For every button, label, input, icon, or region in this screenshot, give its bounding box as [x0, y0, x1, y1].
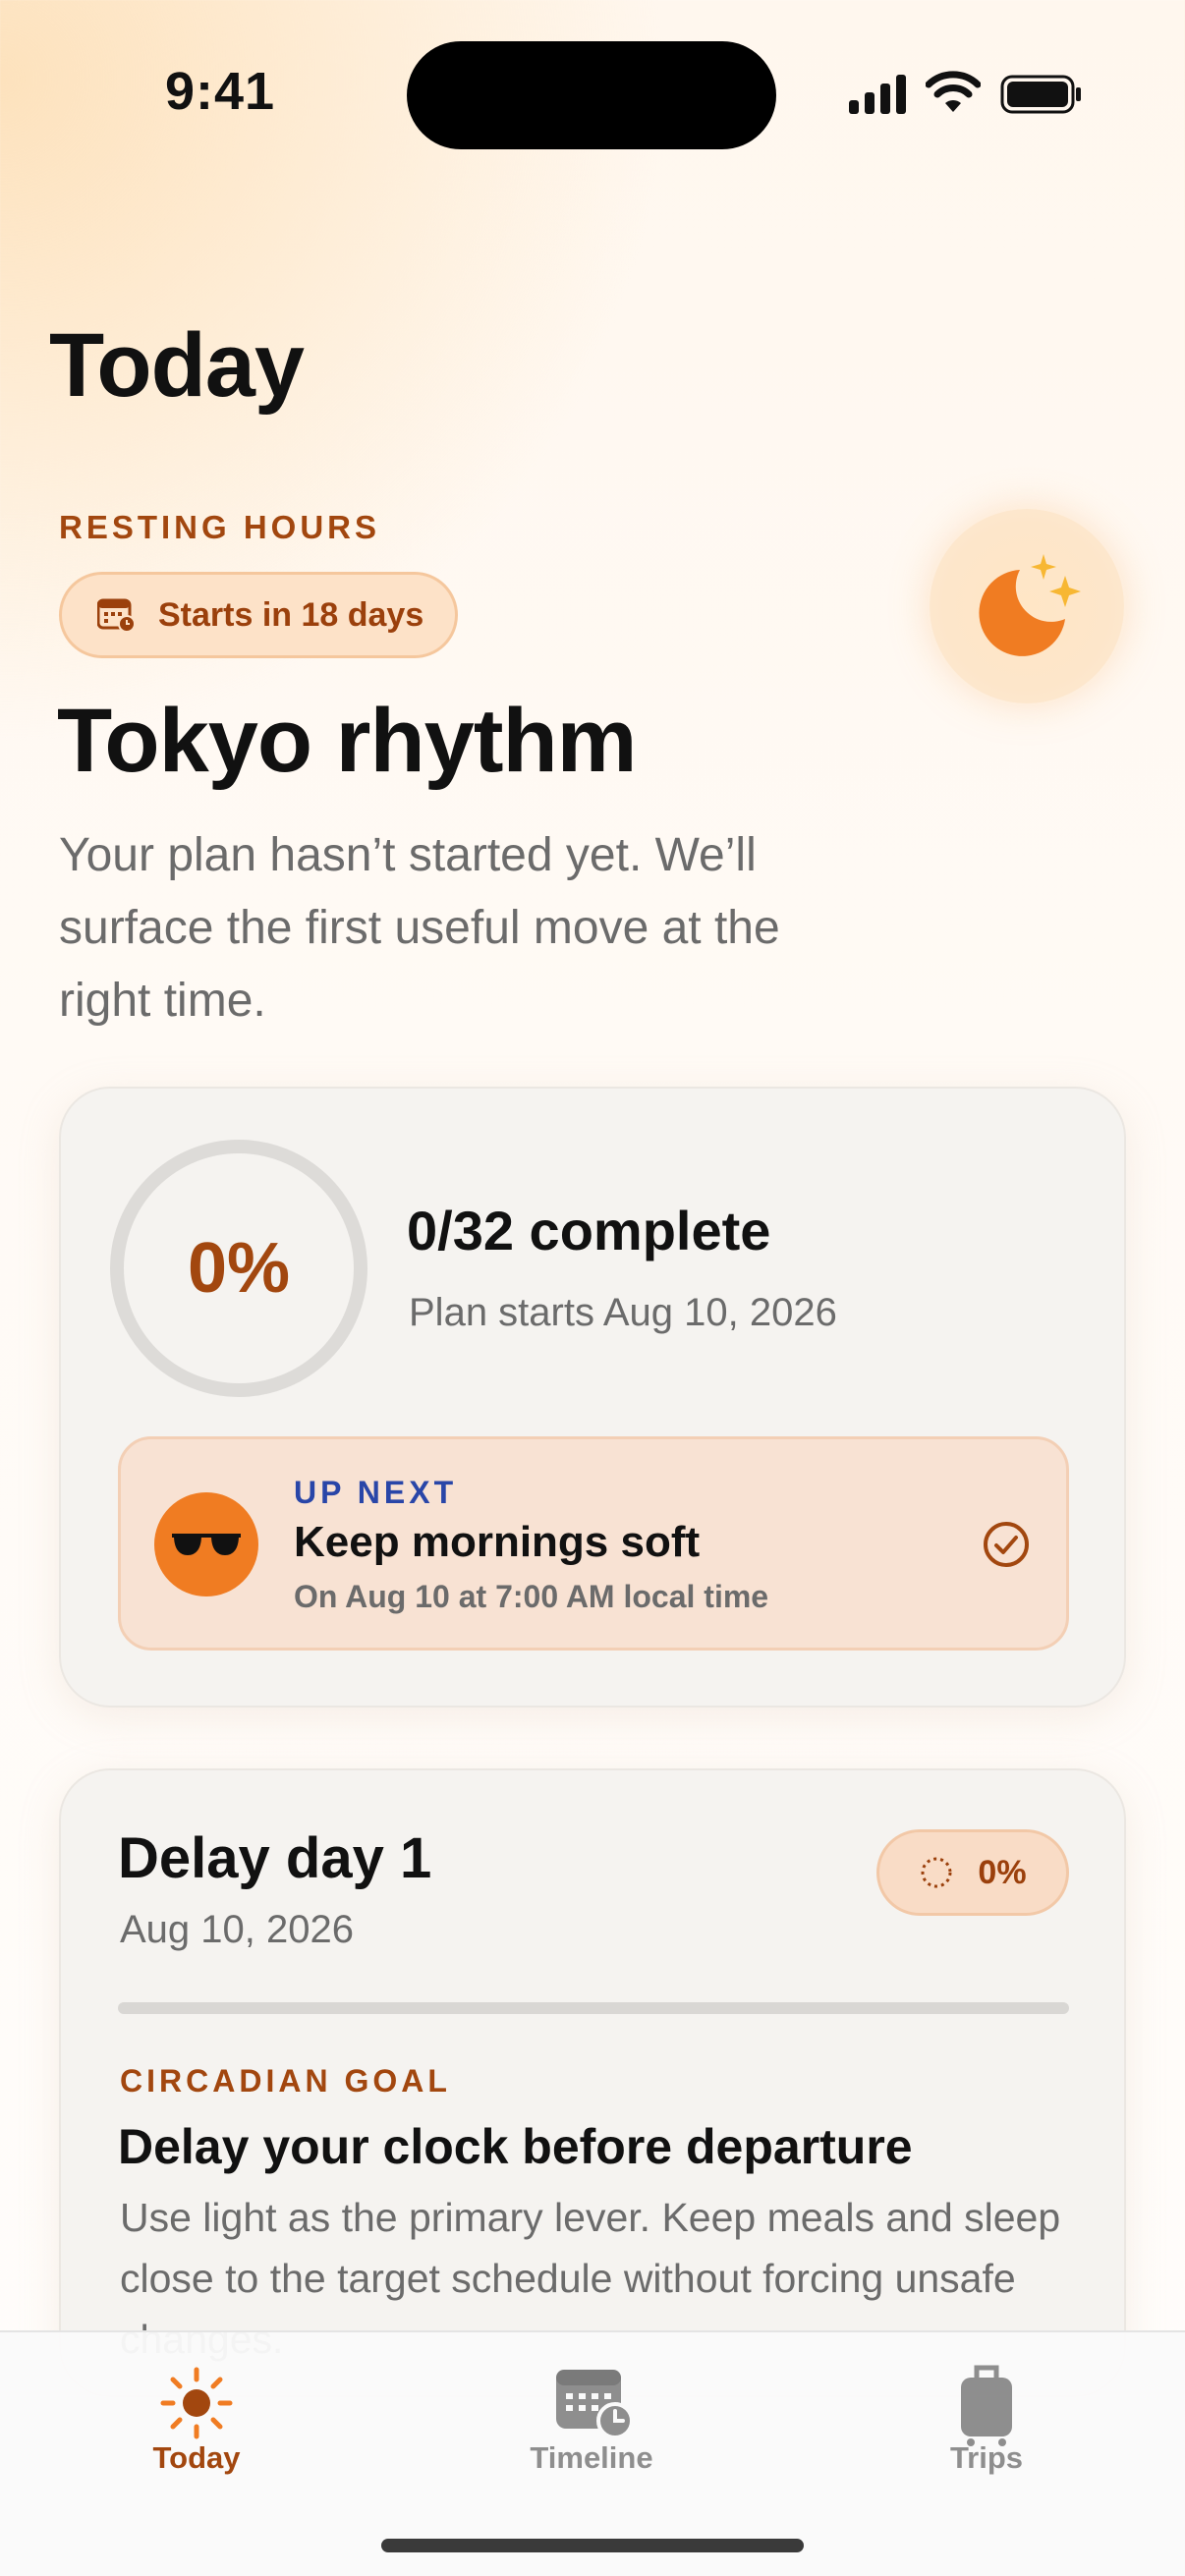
tab-timeline[interactable]: Timeline	[474, 2332, 709, 2490]
up-next-title: Keep mornings soft	[294, 1518, 701, 1566]
status-time: 9:41	[165, 62, 276, 121]
sunglasses-icon	[172, 1534, 241, 1555]
tab-trips-label: Trips	[949, 2440, 1024, 2475]
hero-eyebrow: RESTING HOURS	[59, 509, 381, 545]
status-bar: 9:41	[0, 0, 1185, 196]
up-next-time: On Aug 10 at 7:00 AM local time	[294, 1579, 769, 1614]
tab-today-label: Today	[152, 2440, 241, 2475]
delay-day-percent: 0%	[978, 1853, 1027, 1891]
cellular-signal-icon	[849, 75, 906, 114]
start-status-pill: Starts in 18 days	[59, 572, 459, 658]
delay-day-card[interactable]: Delay day 1 Aug 10, 2026 0% CIRCADIAN GO…	[59, 1768, 1126, 2397]
suitcase-icon	[961, 2365, 1012, 2446]
circadian-goal-label: CIRCADIAN GOAL	[120, 2063, 451, 2099]
completion-count: 0/32 complete	[407, 1200, 771, 1261]
circadian-goal-title: Delay your clock before departure	[118, 2119, 913, 2174]
delay-day-date: Aug 10, 2026	[120, 1908, 354, 1951]
up-next-avatar	[154, 1492, 258, 1596]
tab-today[interactable]: Today	[79, 2332, 314, 2490]
page-title: Today	[49, 315, 305, 416]
checkmark-circle-icon[interactable]	[982, 1520, 1031, 1569]
progress-percent: 0%	[187, 1229, 291, 1308]
moon-stars-icon	[979, 554, 1081, 656]
start-status-label: Starts in 18 days	[158, 595, 424, 634]
plan-start-date: Plan starts Aug 10, 2026	[409, 1291, 837, 1334]
home-indicator	[381, 2539, 804, 2552]
progress-dotted-circle-icon	[921, 1857, 952, 1888]
wifi-icon	[926, 71, 981, 112]
hero-title: Tokyo rhythm	[57, 691, 637, 791]
dynamic-island	[407, 41, 776, 149]
up-next-item[interactable]: UP NEXT Keep mornings soft On Aug 10 at …	[118, 1436, 1069, 1651]
battery-icon	[1000, 75, 1081, 114]
sun-icon	[160, 2367, 233, 2439]
plan-progress-card: 0% 0/32 complete Plan starts Aug 10, 202…	[59, 1087, 1126, 1708]
delay-day-title: Delay day 1	[118, 1826, 432, 1890]
moon-badge	[930, 509, 1124, 703]
tab-trips[interactable]: Trips	[869, 2332, 1104, 2490]
calendar-clock-icon	[556, 2370, 634, 2439]
delay-day-progress-pill: 0%	[876, 1829, 1069, 1916]
calendar-clock-icon	[97, 598, 136, 633]
delay-day-progress-bar	[118, 2002, 1069, 2014]
hero-subtitle: Your plan hasn’t started yet. We’ll surf…	[59, 829, 780, 1027]
up-next-label: UP NEXT	[294, 1475, 458, 1510]
tab-timeline-label: Timeline	[530, 2440, 653, 2475]
